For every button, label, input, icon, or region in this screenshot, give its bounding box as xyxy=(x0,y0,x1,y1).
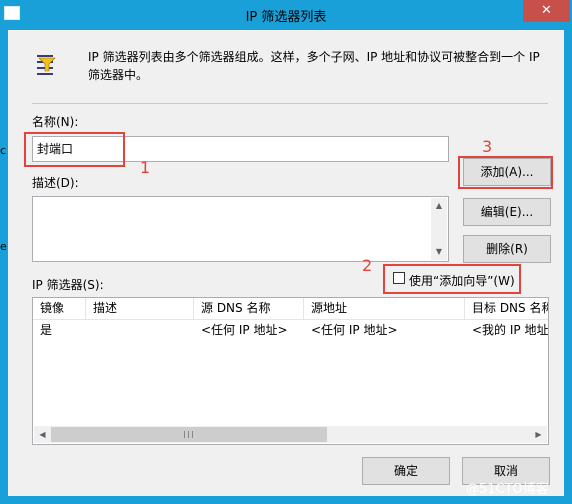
edit-button[interactable]: 编辑(E)... xyxy=(463,198,551,226)
list-horizontal-scrollbar[interactable]: ◀ ▶ xyxy=(34,426,547,443)
background-text-fragment: e xyxy=(0,240,7,253)
column-header-source-dns[interactable]: 源 DNS 名称 xyxy=(194,298,303,319)
annotation-box-add xyxy=(458,156,553,189)
annotation-box-name xyxy=(24,132,125,167)
window-border-left: c e xyxy=(0,30,8,504)
annotation-number-1: 1 xyxy=(140,158,151,177)
table-row[interactable]: 是 <任何 IP 地址> <任何 IP 地址> <我的 IP 地址> xyxy=(33,320,549,340)
cell-description xyxy=(93,320,192,340)
scroll-right-icon[interactable]: ▶ xyxy=(530,426,547,443)
column-header-description[interactable]: 描述 xyxy=(86,298,193,319)
cell-source-address: <任何 IP 地址> xyxy=(311,323,398,337)
window-border-right xyxy=(564,30,572,504)
scroll-left-icon[interactable]: ◀ xyxy=(34,426,51,443)
close-button[interactable]: ✕ xyxy=(523,0,570,22)
cell-mirror: 是 xyxy=(40,323,53,337)
annotation-number-2: 2 xyxy=(362,256,373,275)
scroll-thumb[interactable] xyxy=(51,427,327,442)
window-title: IP 筛选器列表 xyxy=(245,10,327,25)
column-header-mirror[interactable]: 镜像 xyxy=(33,298,85,319)
separator xyxy=(32,103,548,104)
ip-filter-list-dialog: IP 筛选器列表 ✕ c e IP 筛选器列表由多个筛选器组成。这样，多个子网、… xyxy=(0,0,572,504)
column-header-source-address[interactable]: 源地址 xyxy=(304,298,464,319)
filter-list-icon xyxy=(37,55,56,75)
delete-button[interactable]: 删除(R) xyxy=(463,235,551,263)
annotation-box-wizard xyxy=(383,264,521,294)
watermark: @51CTO博客 xyxy=(466,482,549,497)
description-scrollbar[interactable]: ▲ ▼ xyxy=(431,198,447,260)
ip-filters-list[interactable]: 镜像 描述 源 DNS 名称 源地址 目标 DNS 名称 是 <任何 IP 地址… xyxy=(32,297,549,445)
cell-source-dns: <任何 IP 地址> xyxy=(201,323,288,337)
ip-filters-label: IP 筛选器(S): xyxy=(32,278,104,292)
background-text-fragment: c xyxy=(0,144,7,157)
list-header: 镜像 描述 源 DNS 名称 源地址 目标 DNS 名称 xyxy=(33,298,548,320)
cell-destination-dns: <我的 IP 地址> xyxy=(472,323,549,337)
grip-icon xyxy=(184,431,193,438)
name-label: 名称(N): xyxy=(32,115,79,129)
dialog-description-cont: 筛选器中。 xyxy=(88,68,149,82)
ok-button[interactable]: 确定 xyxy=(362,457,450,485)
title-bar[interactable]: IP 筛选器列表 ✕ xyxy=(0,0,572,30)
annotation-number-3: 3 xyxy=(482,137,493,156)
description-label: 描述(D): xyxy=(32,176,79,190)
description-textarea[interactable]: ▲ ▼ xyxy=(32,196,449,262)
dialog-description: IP 筛选器列表由多个筛选器组成。这样，多个子网、IP 地址和协议可被整合到一个… xyxy=(88,50,540,64)
scroll-up-icon[interactable]: ▲ xyxy=(431,198,447,214)
column-header-destination-dns[interactable]: 目标 DNS 名称 xyxy=(465,298,548,319)
scroll-down-icon[interactable]: ▼ xyxy=(431,244,447,260)
window-border-bottom xyxy=(0,496,572,504)
